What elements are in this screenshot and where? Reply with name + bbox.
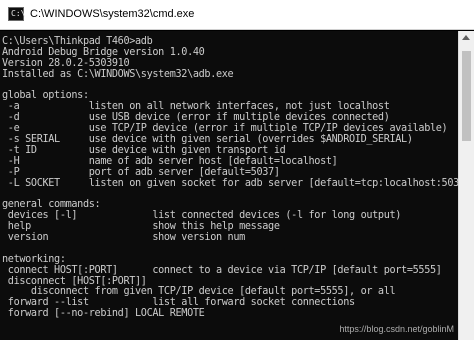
cmd-icon[interactable]: C:\ <box>8 7 26 21</box>
window-title: C:\WINDOWS\system32\cmd.exe <box>30 8 195 20</box>
scroll-up-arrow-icon[interactable] <box>462 35 470 40</box>
console-line: Installed as C:\WINDOWS\system32\adb.exe <box>2 68 234 80</box>
title-bar[interactable]: C:\ C:\WINDOWS\system32\cmd.exe <box>0 0 474 30</box>
console-lines: C:\Users\Thinkpad T460>adb Android Debug… <box>2 36 458 320</box>
watermark: https://blog.csdn.net/goblinM <box>339 324 454 334</box>
console-line: connect HOST[:PORT] connect to a device … <box>2 264 442 276</box>
console-line: -L SOCKET listen on given socket for adb… <box>2 177 458 189</box>
console-line: -P port of adb server [default=5037] <box>2 166 280 178</box>
console-line: version show version num <box>2 232 245 244</box>
console-output[interactable]: C:\Users\Thinkpad T460>adb Android Debug… <box>0 31 458 340</box>
scrollbar-thumb[interactable] <box>462 51 471 141</box>
console-line: forward [--no-rebind] LOCAL REMOTE <box>2 308 205 320</box>
vertical-scrollbar[interactable] <box>458 31 474 340</box>
cmd-icon-glyph: C:\ <box>11 9 26 18</box>
